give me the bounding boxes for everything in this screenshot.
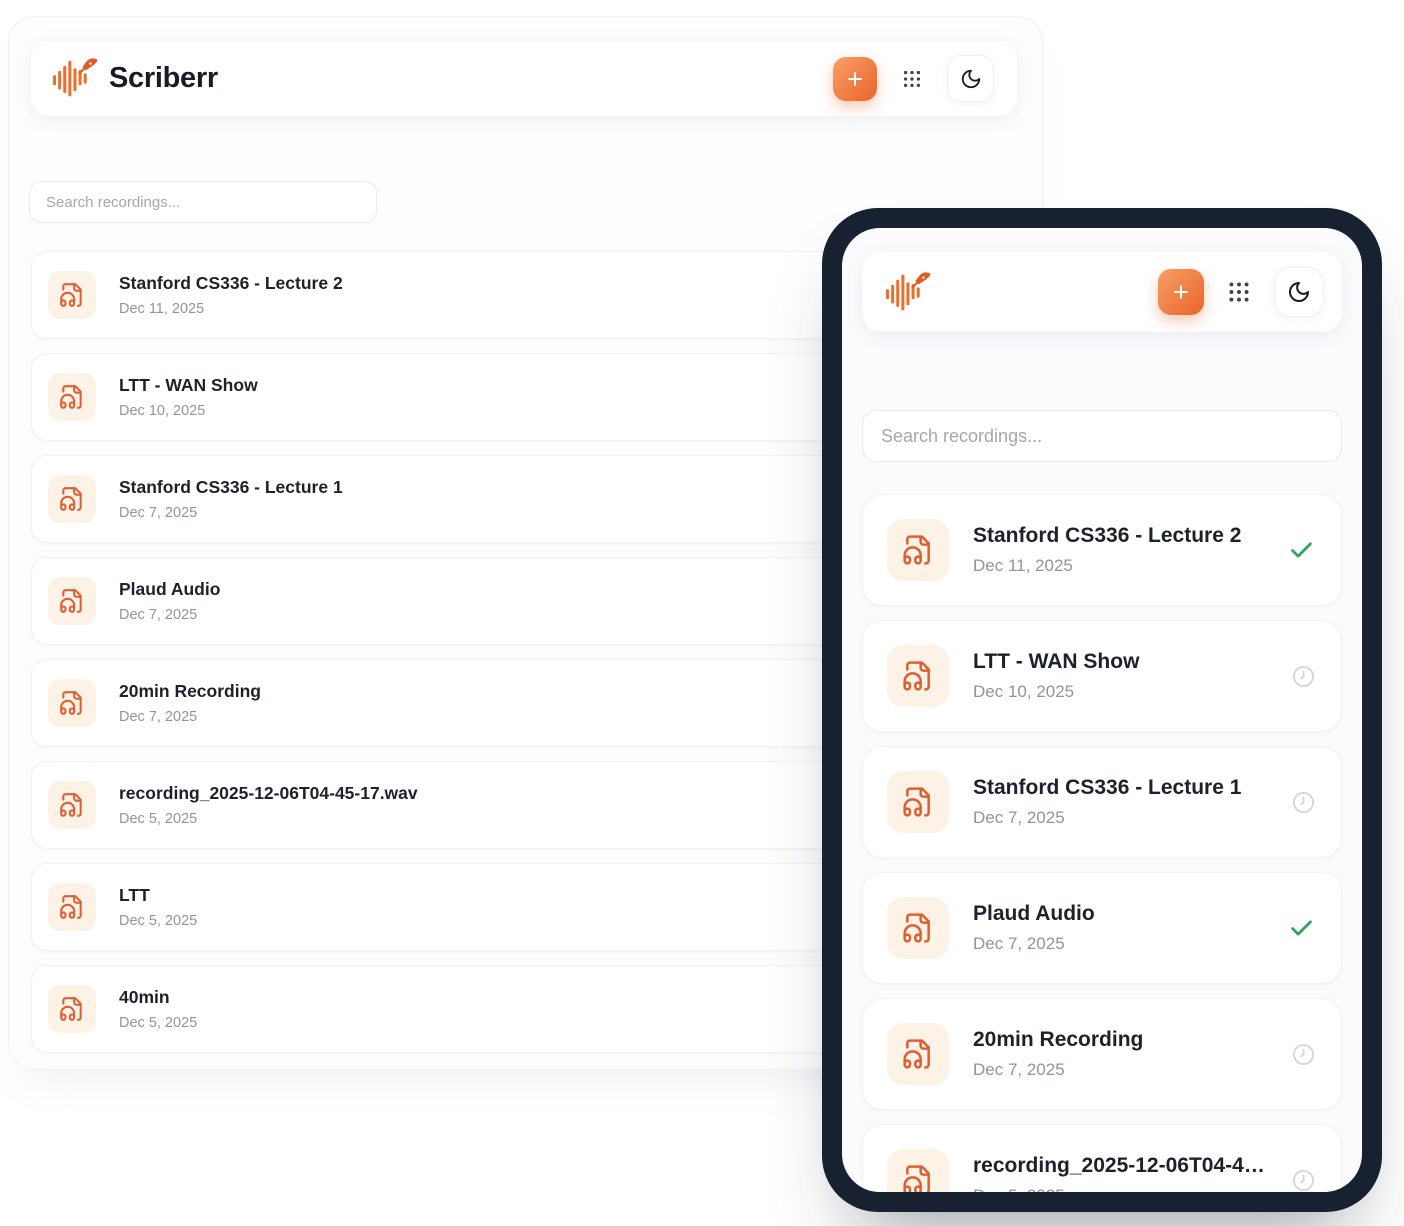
- moon-icon: [960, 68, 982, 90]
- recording-info: recording_2025-12-06T04-45-17.wav Dec 5, …: [973, 1154, 1268, 1192]
- file-audio-icon: [887, 1023, 949, 1085]
- plus-icon: [1171, 282, 1191, 302]
- recording-info: LTT - WAN Show Dec 10, 2025: [973, 650, 1268, 702]
- waveform-pen-icon: [53, 58, 99, 99]
- recordings-list: Stanford CS336 - Lecture 2 Dec 11, 2025 LT…: [862, 494, 1342, 1192]
- grip-dots-icon: [1226, 279, 1252, 305]
- phone-header-actions: [1158, 267, 1324, 317]
- recording-date: Dec 11, 2025: [973, 556, 1264, 576]
- phone-header-bar: [862, 252, 1342, 332]
- app-title: Scriberr: [109, 62, 218, 95]
- recording-info: Plaud Audio Dec 7, 2025: [973, 902, 1264, 954]
- recording-item[interactable]: LTT - WAN Show Dec 10, 2025: [862, 620, 1342, 732]
- recording-date: Dec 5, 2025: [973, 1186, 1268, 1192]
- app-logo: [886, 272, 932, 313]
- recording-item[interactable]: Plaud Audio Dec 7, 2025: [862, 872, 1342, 984]
- recording-item[interactable]: Stanford CS336 - Lecture 1 Dec 7, 2025: [862, 746, 1342, 858]
- clock-icon: [1292, 791, 1315, 814]
- dark-mode-toggle-button[interactable]: [1274, 267, 1324, 317]
- phone-mockup-frame: Stanford CS336 - Lecture 2 Dec 11, 2025 LT…: [822, 208, 1382, 1212]
- dark-mode-toggle-button[interactable]: [947, 55, 994, 102]
- recording-title: Stanford CS336 - Lecture 2: [973, 524, 1264, 548]
- clock-icon: [1292, 665, 1315, 688]
- file-audio-icon: [48, 781, 96, 829]
- desktop-header-actions: [833, 55, 994, 102]
- desktop-search: [29, 181, 377, 223]
- file-audio-icon: [48, 373, 96, 421]
- apps-grid-button[interactable]: [1226, 279, 1252, 305]
- recording-item[interactable]: 20min Recording Dec 7, 2025: [862, 998, 1342, 1110]
- apps-grid-button[interactable]: [901, 68, 923, 90]
- recording-date: Dec 10, 2025: [973, 682, 1268, 702]
- recording-date: Dec 7, 2025: [973, 1060, 1268, 1080]
- file-audio-icon: [887, 897, 949, 959]
- recording-title: LTT - WAN Show: [973, 650, 1268, 674]
- desktop-header-bar: Scriberr: [31, 41, 1017, 116]
- new-recording-button[interactable]: [1158, 269, 1204, 315]
- phone-search: [862, 410, 1342, 462]
- phone-screen: Stanford CS336 - Lecture 2 Dec 11, 2025 LT…: [842, 228, 1362, 1192]
- grip-dots-icon: [901, 68, 923, 90]
- app-logo: Scriberr: [53, 58, 218, 99]
- recording-title: Plaud Audio: [973, 902, 1264, 926]
- recording-info: Stanford CS336 - Lecture 1 Dec 7, 2025: [973, 776, 1268, 828]
- file-audio-icon: [48, 475, 96, 523]
- file-audio-icon: [48, 883, 96, 931]
- waveform-pen-icon: [886, 272, 932, 313]
- recording-item[interactable]: recording_2025-12-06T04-45-17.wav Dec 5, …: [862, 1124, 1342, 1192]
- file-audio-icon: [887, 519, 949, 581]
- new-recording-button[interactable]: [833, 57, 877, 101]
- recording-title: 20min Recording: [973, 1028, 1268, 1052]
- clock-icon: [1292, 1169, 1315, 1192]
- file-audio-icon: [48, 577, 96, 625]
- plus-icon: [845, 69, 865, 89]
- recording-date: Dec 7, 2025: [973, 808, 1268, 828]
- recording-title: Stanford CS336 - Lecture 1: [973, 776, 1268, 800]
- file-audio-icon: [887, 771, 949, 833]
- check-icon: [1288, 537, 1315, 564]
- check-icon: [1288, 915, 1315, 942]
- search-input[interactable]: [862, 410, 1342, 462]
- recording-info: 20min Recording Dec 7, 2025: [973, 1028, 1268, 1080]
- search-input[interactable]: [29, 181, 377, 223]
- clock-icon: [1292, 1043, 1315, 1066]
- file-audio-icon: [48, 985, 96, 1033]
- recording-title: recording_2025-12-06T04-45-17.wav: [973, 1154, 1268, 1178]
- recording-date: Dec 7, 2025: [973, 934, 1264, 954]
- file-audio-icon: [48, 679, 96, 727]
- recording-item[interactable]: Stanford CS336 - Lecture 2 Dec 11, 2025: [862, 494, 1342, 606]
- recording-info: Stanford CS336 - Lecture 2 Dec 11, 2025: [973, 524, 1264, 576]
- moon-icon: [1287, 280, 1311, 304]
- file-audio-icon: [48, 271, 96, 319]
- file-audio-icon: [887, 645, 949, 707]
- file-audio-icon: [887, 1149, 949, 1192]
